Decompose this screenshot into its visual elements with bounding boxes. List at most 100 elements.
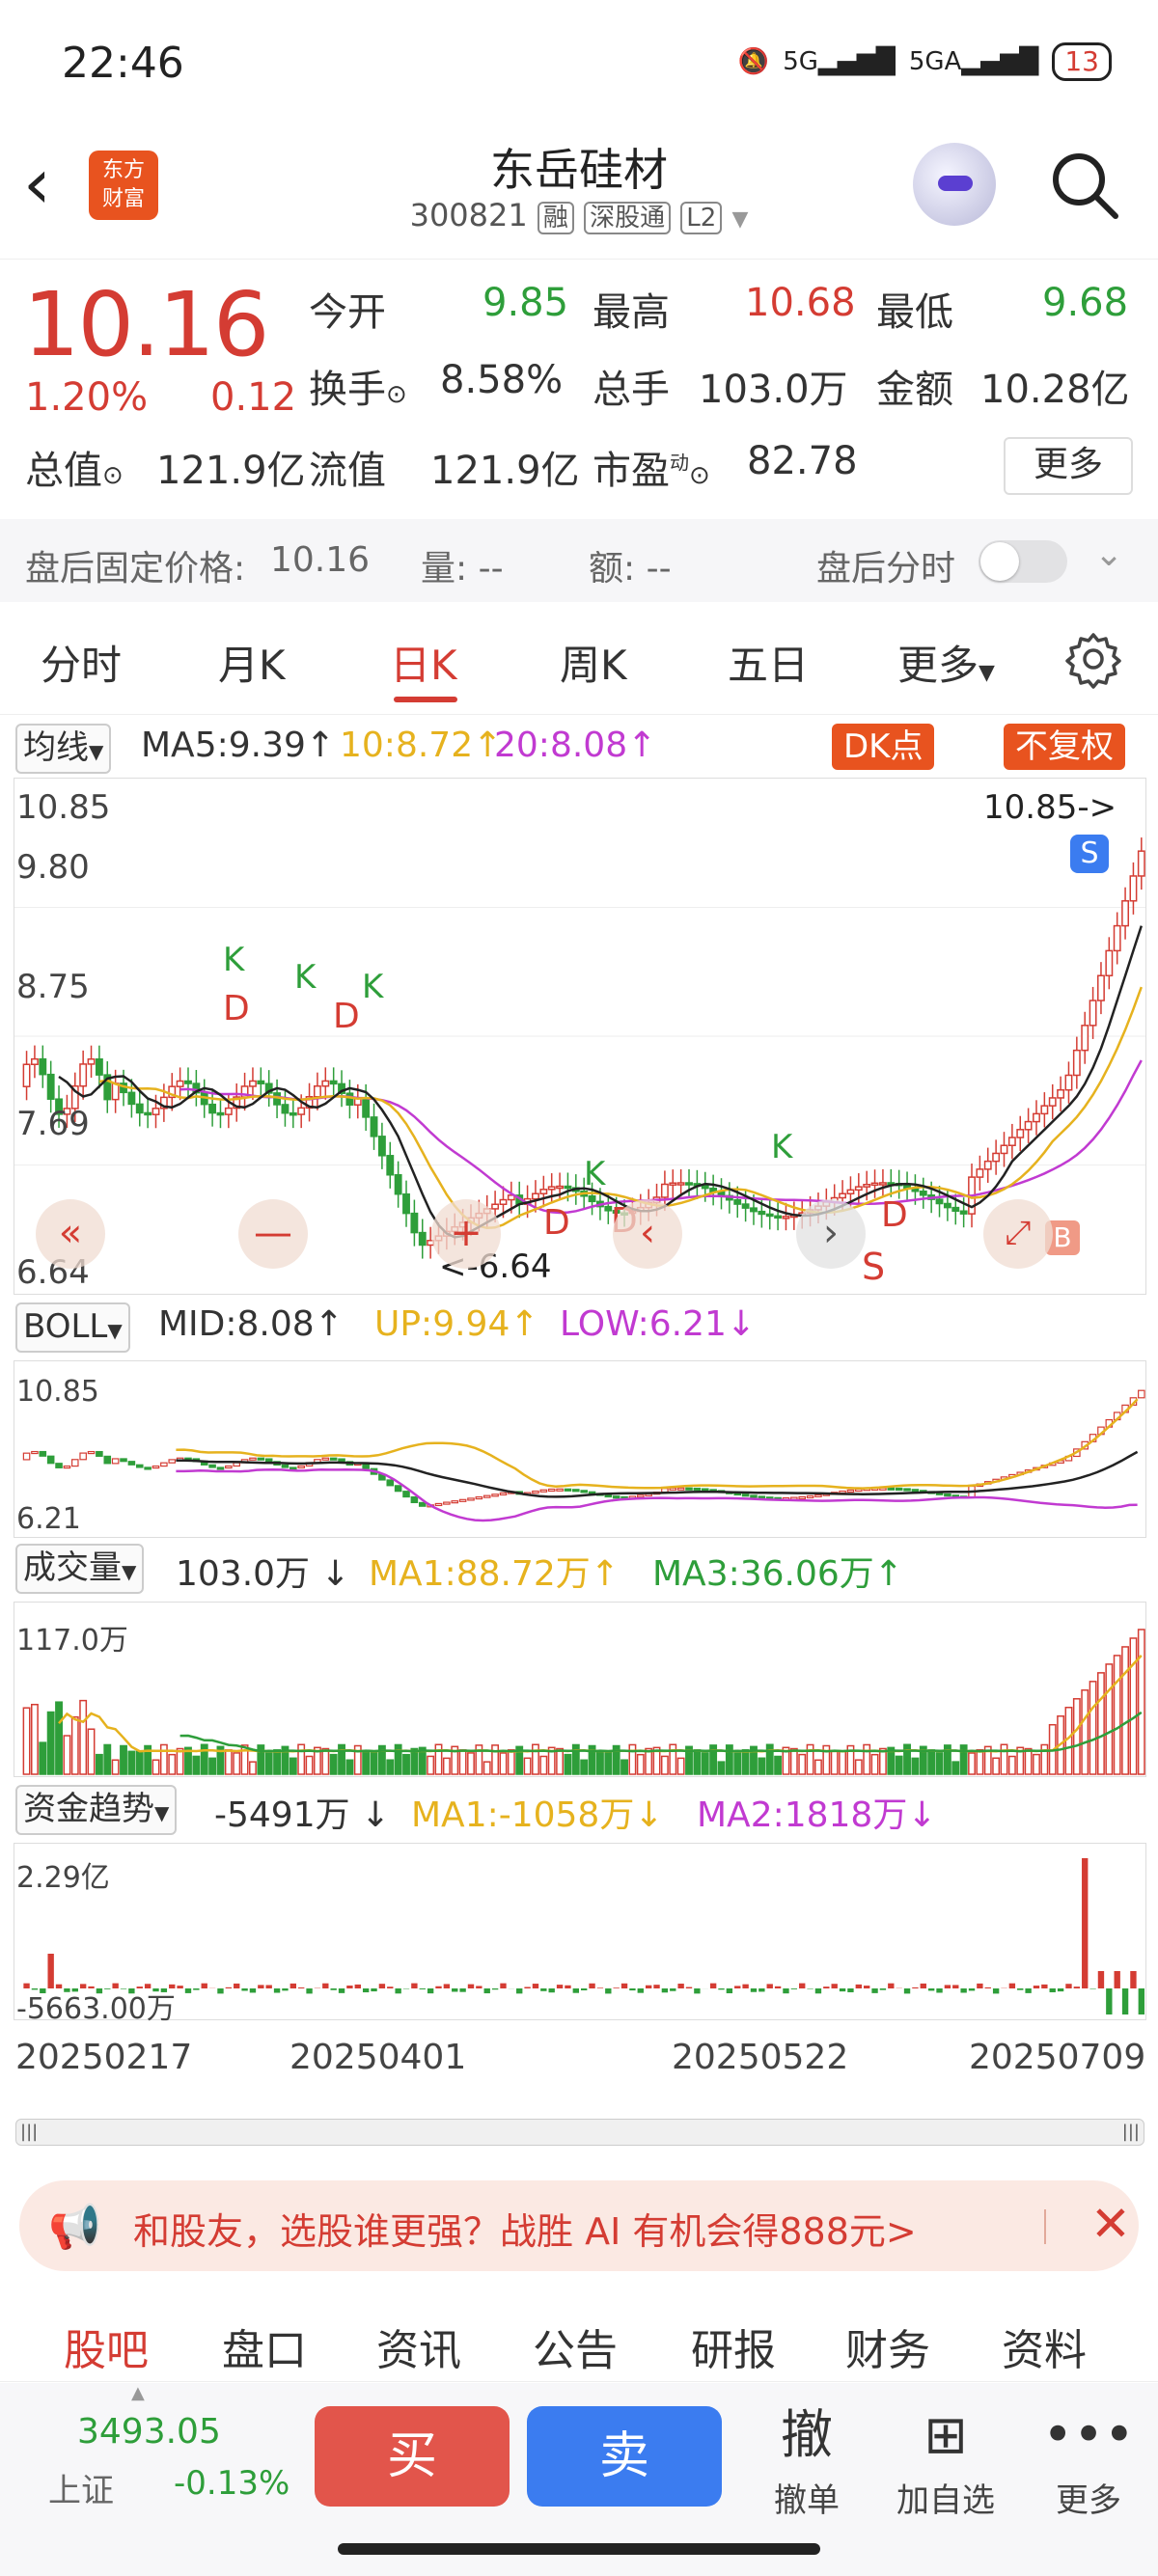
tab-daily-k[interactable]: 日K: [390, 633, 457, 692]
volume-chart[interactable]: 117.0万: [14, 1602, 1146, 1777]
candle: [224, 1107, 233, 1115]
fund-trend-selector[interactable]: 资金趋势▼: [15, 1785, 178, 1835]
fund-bar: [750, 1988, 758, 1992]
kline-chart[interactable]: 10.85 9.80 8.75 7.69 6.64 10.85-> <-6.64…: [14, 778, 1146, 1295]
info-icon[interactable]: ⊙: [689, 461, 710, 490]
tab-monthly-k[interactable]: 月K: [218, 633, 286, 692]
candle: [87, 1058, 96, 1065]
fullscreen-icon[interactable]: ⤢: [983, 1199, 1053, 1269]
volume-bar: [135, 1750, 144, 1775]
zoom-in-button[interactable]: +: [431, 1199, 501, 1269]
tab-profile[interactable]: 资料: [1002, 2316, 1087, 2377]
candle: [839, 1192, 847, 1199]
boll-candle: [39, 1450, 47, 1457]
volume-svg: [22, 1629, 1145, 1775]
gear-icon[interactable]: [1063, 629, 1123, 693]
range-handle-right[interactable]: |||: [1122, 2122, 1140, 2142]
tab-weekly-k[interactable]: 周K: [560, 633, 627, 692]
fund-bar: [734, 1986, 741, 1988]
candle: [297, 1107, 306, 1115]
candle: [30, 1057, 39, 1065]
signal-d: D: [881, 1195, 908, 1235]
tab-forum[interactable]: 股吧: [64, 2316, 149, 2377]
promo-banner[interactable]: 📢 和股友，选股谁更强？战胜 AI 有机会得888元> ✕: [19, 2180, 1139, 2271]
volume-bar: [636, 1753, 645, 1775]
zoom-out-button[interactable]: —: [238, 1199, 308, 1269]
range-handle-left[interactable]: |||: [20, 2122, 38, 2142]
volume-bar: [1113, 1655, 1121, 1775]
tab-orderbook[interactable]: 盘口: [222, 2316, 307, 2377]
volume-bar: [660, 1755, 669, 1775]
info-icon[interactable]: ⊙: [386, 380, 407, 409]
fund-bar: [1073, 1987, 1081, 1988]
tab-news[interactable]: 资讯: [376, 2316, 461, 2377]
tab-five-day[interactable]: 五日: [728, 633, 809, 692]
tab-financials[interactable]: 财务: [845, 2316, 930, 2377]
fund-trend-chart[interactable]: 2.29亿 -5663.00万: [14, 1843, 1146, 2026]
tab-more[interactable]: 更多▼: [897, 633, 995, 692]
dk-point-button[interactable]: DK点: [832, 724, 935, 770]
volume-bar: [103, 1743, 112, 1775]
info-icon[interactable]: ⊙: [102, 461, 124, 490]
candle: [935, 1198, 944, 1205]
fund-bar: [839, 1988, 846, 1992]
search-button[interactable]: [1050, 151, 1119, 220]
boll-candle: [491, 1494, 499, 1497]
add-watchlist-button[interactable]: ⊞ 加自选: [888, 2404, 1004, 2521]
jump-start-button[interactable]: «: [36, 1199, 105, 1269]
fund-axis-bottom: -5663.00万: [16, 1992, 176, 2026]
after-hours-volume: 量: --: [421, 549, 504, 589]
candle: [216, 1111, 225, 1116]
volume-bar: [442, 1757, 451, 1775]
chart-range-scrollbar[interactable]: ||| |||: [15, 2119, 1144, 2146]
cancel-order-button[interactable]: 撤 撤单: [749, 2404, 865, 2521]
boll-candle: [46, 1455, 55, 1465]
volume-bar: [467, 1752, 475, 1775]
more-menu-button[interactable]: ••• 更多: [1031, 2404, 1146, 2521]
scroll-right-button[interactable]: ›: [796, 1199, 866, 1269]
fund-bar: [670, 1988, 676, 1991]
candle: [176, 1080, 184, 1087]
buy-button[interactable]: 买: [315, 2406, 510, 2507]
tab-announcements[interactable]: 公告: [533, 2316, 618, 2377]
volume-bar: [427, 1755, 435, 1775]
scroll-left-button[interactable]: ‹: [613, 1199, 682, 1269]
volume-bar: [854, 1759, 863, 1775]
tab-research[interactable]: 研报: [691, 2316, 776, 2377]
promo-banner-text[interactable]: 和股友，选股谁更强？战胜 AI 有机会得888元>: [133, 2202, 917, 2255]
sell-button[interactable]: 卖: [527, 2406, 722, 2507]
index-value[interactable]: 3493.05: [77, 2412, 221, 2452]
candle: [878, 1182, 887, 1186]
boll-selector[interactable]: BOLL▼: [15, 1302, 130, 1353]
ma-selector[interactable]: 均线▼: [15, 724, 112, 774]
candle: [1089, 1000, 1097, 1027]
volume-bar: [386, 1759, 395, 1775]
fund-bar: [346, 1986, 353, 1988]
boll-candle: [127, 1461, 136, 1466]
volume-bar: [717, 1761, 726, 1775]
candle: [1007, 1137, 1016, 1146]
no-adjust-button[interactable]: 不复权: [1004, 724, 1125, 770]
fund-bar: [814, 1988, 822, 1994]
tab-intraday[interactable]: 分时: [41, 633, 122, 692]
candle: [669, 1182, 677, 1186]
chevron-down-icon[interactable]: ⌄: [1094, 534, 1123, 574]
volume-selector[interactable]: 成交量▼: [15, 1544, 145, 1594]
sell-signal-badge[interactable]: S: [1070, 835, 1109, 873]
volume-bar: [305, 1755, 314, 1775]
boll-chart[interactable]: 10.85 6.21: [14, 1360, 1146, 1538]
candle: [1072, 1049, 1081, 1077]
after-hours-toggle[interactable]: [979, 540, 1067, 583]
toggle-knob: [980, 542, 1019, 581]
volume-bar: [321, 1747, 330, 1775]
candle: [1097, 974, 1105, 1001]
more-fields-button[interactable]: 更多: [1004, 437, 1133, 495]
boll-axis-bottom: 6.21: [16, 1502, 81, 1536]
candle: [184, 1080, 192, 1084]
volume-bar: [1105, 1663, 1114, 1775]
close-icon[interactable]: ✕: [1090, 2196, 1131, 2252]
volume-bar: [814, 1759, 822, 1775]
boll-low: LOW:6.21↓: [560, 1304, 757, 1344]
fund-bar: [572, 1988, 579, 1993]
ai-robot-icon[interactable]: [913, 143, 996, 226]
